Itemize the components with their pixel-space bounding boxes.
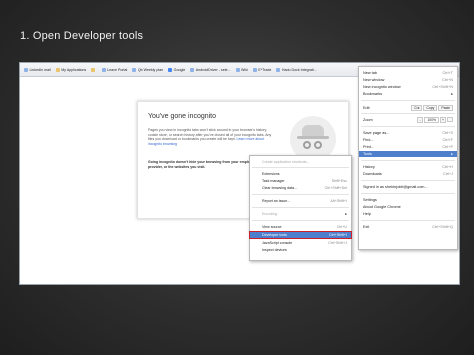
folder-icon	[91, 67, 96, 72]
menu-item-history[interactable]: History Ctrl+H	[359, 164, 457, 170]
menu-item-exit[interactable]: Exit Ctrl+Shift+Q	[359, 224, 457, 230]
menu-item-bookmarks[interactable]: Bookmarks ▸	[359, 91, 457, 97]
paste-button[interactable]: Paste	[438, 104, 453, 111]
bookmark-item[interactable]: AndroidDriver - sele...	[190, 67, 231, 72]
slide-title: 1. Open Developer tools	[20, 30, 144, 42]
incognito-body: Pages you view in incognito tabs won't s…	[148, 128, 272, 146]
menu-item-find[interactable]: Find... Ctrl+F	[359, 137, 457, 143]
menu-item-edit: Edit Cut Copy Paste	[359, 104, 457, 111]
menu-item-help[interactable]: Help	[359, 211, 457, 217]
tools-submenu: Create application shortcuts... Extensio…	[249, 155, 352, 261]
bookmark-item[interactable]: Qb Weekly plan	[132, 67, 163, 72]
page-icon	[132, 67, 137, 72]
menu-item-downloads[interactable]: Downloads Ctrl+J	[359, 171, 457, 177]
menu-item-inspect-devices[interactable]: Inspect devices	[250, 247, 351, 253]
submenu-arrow-icon: ▸	[451, 152, 453, 156]
menu-item-settings[interactable]: Settings	[359, 197, 457, 203]
zoom-level: 100%	[424, 116, 439, 123]
bookmark-item[interactable]	[91, 67, 97, 72]
menu-item-signed-in[interactable]: Signed in as shekhrjobit@gmail.com...	[359, 184, 457, 190]
bookmark-item[interactable]: My Applications	[55, 67, 86, 72]
page-icon	[190, 67, 195, 72]
page-icon	[276, 67, 281, 72]
menu-item-print[interactable]: Print... Ctrl+P	[359, 144, 457, 150]
bookmark-item[interactable]: Hadu Dock Integrati...	[276, 67, 317, 72]
submenu-arrow-icon: ▸	[451, 92, 453, 96]
menu-item-task-manager[interactable]: Task manager Shift+Esc	[250, 178, 351, 184]
google-icon	[168, 67, 173, 72]
bookmark-item[interactable]: Google	[168, 67, 185, 72]
bookmark-item[interactable]: Wiki	[235, 67, 248, 72]
menu-item-create-shortcuts[interactable]: Create application shortcuts...	[250, 159, 351, 165]
menu-item-save-page[interactable]: Save page as... Ctrl+S	[359, 130, 457, 136]
menu-item-clear-browsing[interactable]: Clear browsing data... Ctrl+Shift+Del	[250, 185, 351, 191]
menu-item-encoding[interactable]: Encoding ▸	[250, 211, 351, 217]
menu-item-tools[interactable]: Tools ▸	[359, 151, 457, 157]
bookmark-item[interactable]: Leave Portal	[101, 67, 127, 72]
chrome-main-menu: New tab Ctrl+T New window Ctrl+N New incog…	[358, 66, 458, 250]
menu-item-developer-tools[interactable]: Developer tools Ctrl+Shift+I	[249, 231, 352, 239]
bookmark-item[interactable]: E*Trade	[252, 67, 271, 72]
page-icon	[235, 67, 240, 72]
fullscreen-icon[interactable]	[447, 117, 453, 122]
zoom-out-button[interactable]: -	[417, 116, 424, 123]
submenu-arrow-icon: ▸	[345, 212, 347, 216]
menu-item-new-incognito[interactable]: New incognito window Ctrl+Shift+N	[359, 84, 457, 90]
bookmark-item[interactable]: LinkedIn mail	[24, 67, 51, 72]
linkedin-icon	[24, 67, 28, 72]
menu-item-report-issue[interactable]: Report an issue... Alt+Shift+I	[250, 198, 351, 204]
menu-item-view-source[interactable]: View source Ctrl+U	[250, 224, 351, 230]
menu-item-javascript-console[interactable]: JavaScript console Ctrl+Shift+J	[250, 240, 351, 246]
page-icon	[252, 67, 257, 72]
folder-icon	[55, 67, 60, 72]
menu-item-about[interactable]: About Google Chrome	[359, 204, 457, 210]
incognito-title: You've gone incognito	[148, 113, 217, 120]
copy-button[interactable]: Copy	[423, 104, 438, 111]
menu-item-new-tab[interactable]: New tab Ctrl+T	[359, 70, 457, 76]
zoom-in-button[interactable]: +	[440, 116, 446, 123]
page-icon	[101, 67, 106, 72]
menu-item-new-window[interactable]: New window Ctrl+N	[359, 77, 457, 83]
cut-button[interactable]: Cut	[411, 104, 423, 111]
menu-item-extensions[interactable]: Extensions	[250, 171, 351, 177]
menu-item-zoom: Zoom - 100% +	[359, 116, 457, 123]
